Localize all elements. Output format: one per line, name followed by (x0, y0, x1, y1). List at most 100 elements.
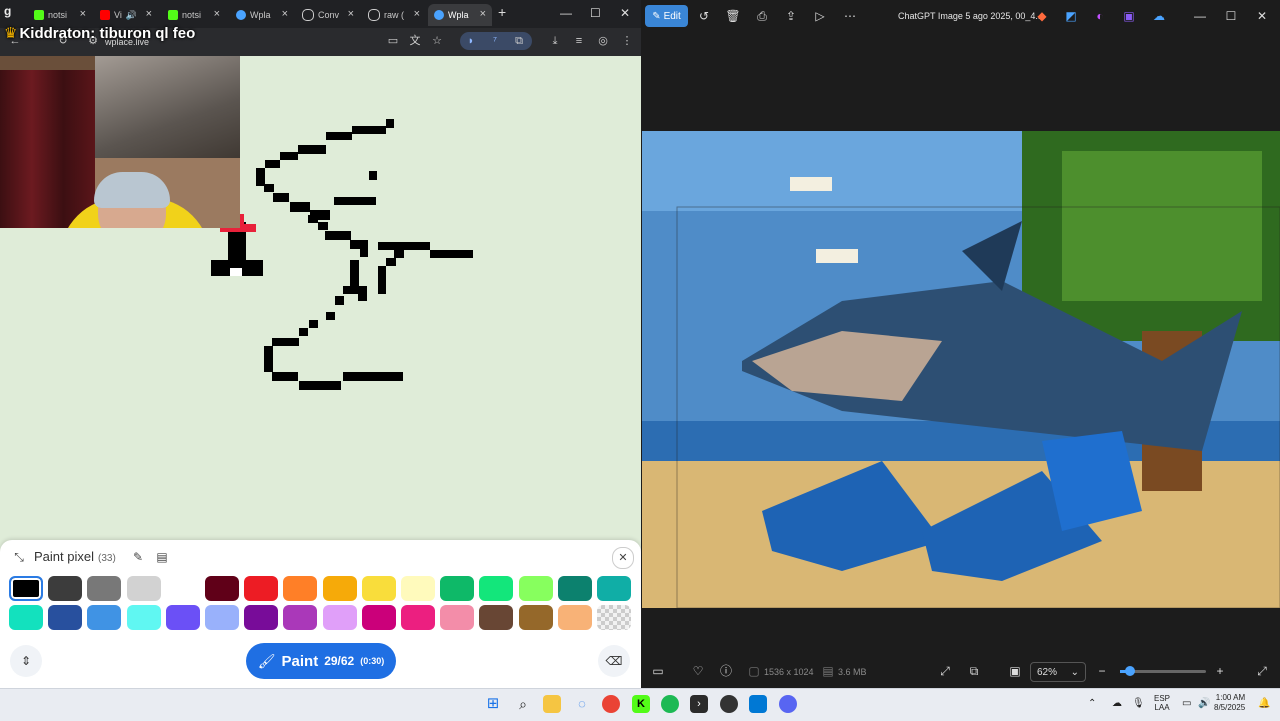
viewer-maximize-button[interactable]: ☐ (1223, 8, 1239, 24)
start-icon[interactable]: ⊞ (484, 695, 502, 713)
color-swatch[interactable] (518, 576, 553, 601)
tab-2[interactable]: Vi 🔊 × (94, 4, 158, 26)
close-panel-button[interactable]: ✕ (612, 547, 634, 569)
color-swatch[interactable] (518, 605, 553, 630)
color-swatch[interactable] (322, 576, 357, 601)
zoom-out-icon[interactable]: − (1094, 663, 1110, 679)
slideshow-icon[interactable]: ▷ (812, 8, 828, 24)
expand-button[interactable]: ⇕ (10, 645, 42, 677)
tab-close-icon[interactable]: × (414, 8, 420, 20)
info-icon[interactable]: ⓘ (718, 663, 734, 679)
share-icon[interactable]: ⇪ (783, 8, 799, 24)
chrome-icon[interactable] (602, 695, 620, 713)
tab-7-active[interactable]: Wpla × (428, 4, 492, 26)
discord-icon[interactable] (779, 695, 797, 713)
kick-app-icon[interactable]: K (632, 695, 650, 713)
color-swatch[interactable] (205, 605, 239, 630)
color-swatch[interactable] (48, 605, 83, 630)
color-swatch[interactable] (283, 576, 318, 601)
onedrive-icon[interactable]: ☁ (1151, 8, 1167, 24)
fullscreen-icon[interactable]: ⤢ (1254, 663, 1270, 679)
tab-close-icon[interactable]: × (282, 8, 288, 20)
delete-icon[interactable]: 🗑 (725, 8, 741, 24)
color-swatch[interactable] (48, 576, 83, 601)
color-swatch[interactable] (401, 605, 435, 630)
network-tray-icon[interactable]: ▭ (1182, 698, 1191, 709)
tab-close-icon[interactable]: × (348, 8, 354, 20)
color-swatch[interactable] (283, 605, 318, 630)
color-swatch[interactable] (165, 576, 200, 601)
translate-icon[interactable]: 文 (408, 34, 422, 48)
color-swatch[interactable] (361, 576, 396, 601)
terminal-icon[interactable]: › (690, 695, 708, 713)
file-explorer-icon[interactable] (543, 695, 561, 713)
profile-icon[interactable]: ◎ (596, 34, 610, 48)
favorite-icon[interactable]: ♡ (690, 663, 706, 679)
maximize-button[interactable]: ☐ (590, 6, 601, 20)
filmstrip-icon[interactable]: ▭ (650, 663, 666, 679)
designer-icon[interactable]: ◩ (1063, 8, 1079, 24)
color-swatch[interactable] (597, 576, 631, 601)
tab-6[interactable]: raw ( × (362, 4, 426, 26)
puzzle-icon[interactable]: ⧉ (512, 34, 526, 48)
color-swatch[interactable] (126, 605, 161, 630)
more-options-icon[interactable]: ⋯ (842, 8, 858, 24)
language-indicator[interactable]: ESP LAA (1154, 694, 1170, 712)
layer-icon[interactable]: ▤ (154, 549, 170, 565)
color-swatch[interactable] (244, 576, 279, 601)
minimize-button[interactable]: — (560, 6, 572, 20)
notification-icon[interactable]: 🔔 (1258, 698, 1270, 709)
color-swatch[interactable] (322, 605, 357, 630)
spotify-icon[interactable] (661, 695, 679, 713)
color-swatch[interactable] (479, 576, 514, 601)
mic-tray-icon[interactable]: 🎙 (1132, 698, 1145, 709)
color-swatch[interactable] (440, 605, 475, 630)
color-swatch[interactable] (9, 605, 43, 630)
color-swatch[interactable] (165, 605, 200, 630)
color-swatch[interactable] (479, 605, 514, 630)
extension-icon[interactable]: ◗ (464, 34, 478, 48)
zoom-slider-knob[interactable] (1125, 666, 1135, 676)
tab-5[interactable]: Conv × (296, 4, 360, 26)
obs-icon[interactable] (720, 695, 738, 713)
color-swatch[interactable] (9, 576, 43, 601)
app-icon[interactable]: ▣ (1121, 8, 1137, 24)
volume-tray-icon[interactable]: 🔊 (1198, 698, 1210, 709)
tab-close-icon[interactable]: × (80, 8, 86, 20)
clock[interactable]: 1:00 AM 8/5/2025 (1214, 693, 1245, 713)
bookmark-star-icon[interactable]: ☆ (430, 34, 444, 48)
eraser-button[interactable]: ⌫ (598, 645, 630, 677)
color-swatch[interactable] (87, 605, 122, 630)
paint-button[interactable]: 🖌 Paint 29/62 (0:30) (246, 643, 396, 679)
color-swatch[interactable] (597, 605, 631, 630)
print-icon[interactable]: ⎙ (754, 8, 770, 24)
color-swatch[interactable] (440, 576, 475, 601)
collapse-icon[interactable]: ⤡ (11, 549, 27, 565)
zoom-dropdown[interactable]: 62% ⌄ (1030, 662, 1086, 682)
download-icon[interactable]: ⤓ (548, 34, 562, 48)
fit-to-window-icon[interactable]: ⤢ (937, 663, 953, 679)
color-swatch[interactable] (557, 605, 592, 630)
audio-icon[interactable]: 🔊 (126, 10, 137, 21)
cast-icon[interactable]: ▭ (386, 34, 400, 48)
fill-icon[interactable]: ▣ (1007, 663, 1023, 679)
tab-close-icon[interactable]: × (146, 8, 152, 20)
color-swatch[interactable] (557, 576, 592, 601)
menu-icon[interactable]: ⋮ (620, 34, 634, 48)
viewer-minimize-button[interactable]: — (1192, 8, 1208, 24)
color-swatch[interactable] (126, 576, 161, 601)
extension-icon[interactable]: ⁷ (488, 34, 502, 48)
cloud-tray-icon[interactable]: ☁ (1112, 698, 1122, 709)
new-tab-button[interactable]: + (498, 4, 506, 20)
tab-3[interactable]: notsi × (162, 4, 226, 26)
tray-chevron-icon[interactable]: ⌃ (1088, 698, 1096, 709)
color-swatch[interactable] (401, 576, 435, 601)
copilot-icon[interactable]: ◆ (1034, 8, 1050, 24)
color-swatch[interactable] (205, 576, 239, 601)
close-window-button[interactable]: ✕ (620, 6, 630, 20)
color-swatch[interactable] (244, 605, 279, 630)
rotate-icon[interactable]: ↺ (696, 8, 712, 24)
color-swatch[interactable] (361, 605, 396, 630)
media-icon[interactable]: ≡ (572, 34, 586, 48)
tab-close-icon[interactable]: × (480, 8, 486, 20)
